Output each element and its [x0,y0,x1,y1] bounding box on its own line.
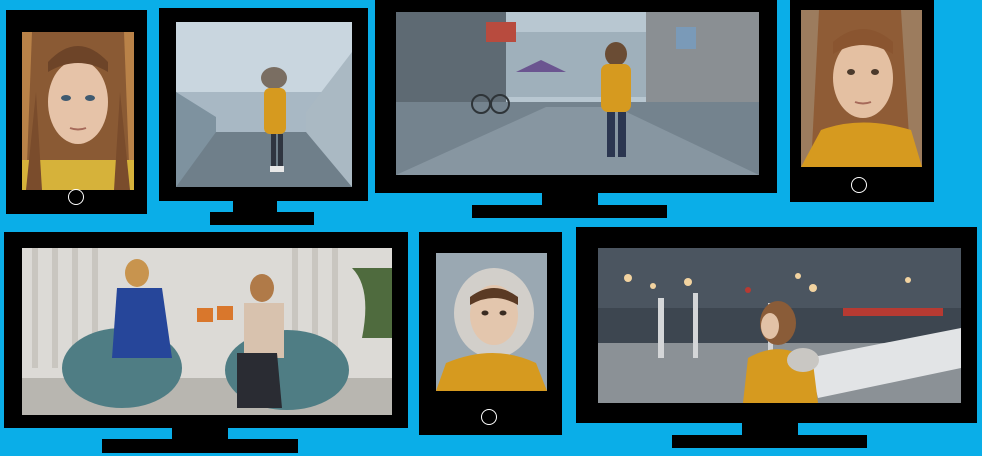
monitor-stand-neck [233,201,277,212]
monitor-device [375,0,777,193]
monitor-stand-neck [172,428,228,439]
girl-close-up-image [22,32,134,190]
tablet-device [6,10,147,214]
girl-on-street-image [396,12,759,175]
monitor-device [4,232,408,428]
monitor-stand-base [210,212,314,225]
tablet-device [419,232,562,435]
monitor-stand-neck [542,193,598,205]
monitor-screen [22,248,392,415]
home-button[interactable] [481,409,497,425]
monitor-stand-base [672,435,867,448]
home-button[interactable] [851,177,867,193]
monitor-device [576,227,977,423]
device-collage: { "colors": { "background": "#0aaee8", "… [0,0,982,456]
monitor-stand-base [102,439,298,453]
monitor-screen [598,248,961,403]
tablet-screen [22,32,134,190]
tablet-device [790,0,934,202]
monitor-stand-base [472,205,667,218]
girl-in-hood-image [436,253,547,391]
girl-portrait-image [801,10,922,167]
monitor-screen [176,22,352,187]
monitor-device [159,8,368,201]
tablet-screen [801,10,922,167]
mother-and-daughter-image [22,248,392,415]
tablet-screen [436,253,547,391]
home-button[interactable] [68,189,84,205]
girl-on-bench-image [598,248,961,403]
girl-on-bridge-image [176,22,352,187]
monitor-screen [396,12,759,175]
monitor-stand-neck [742,423,798,435]
